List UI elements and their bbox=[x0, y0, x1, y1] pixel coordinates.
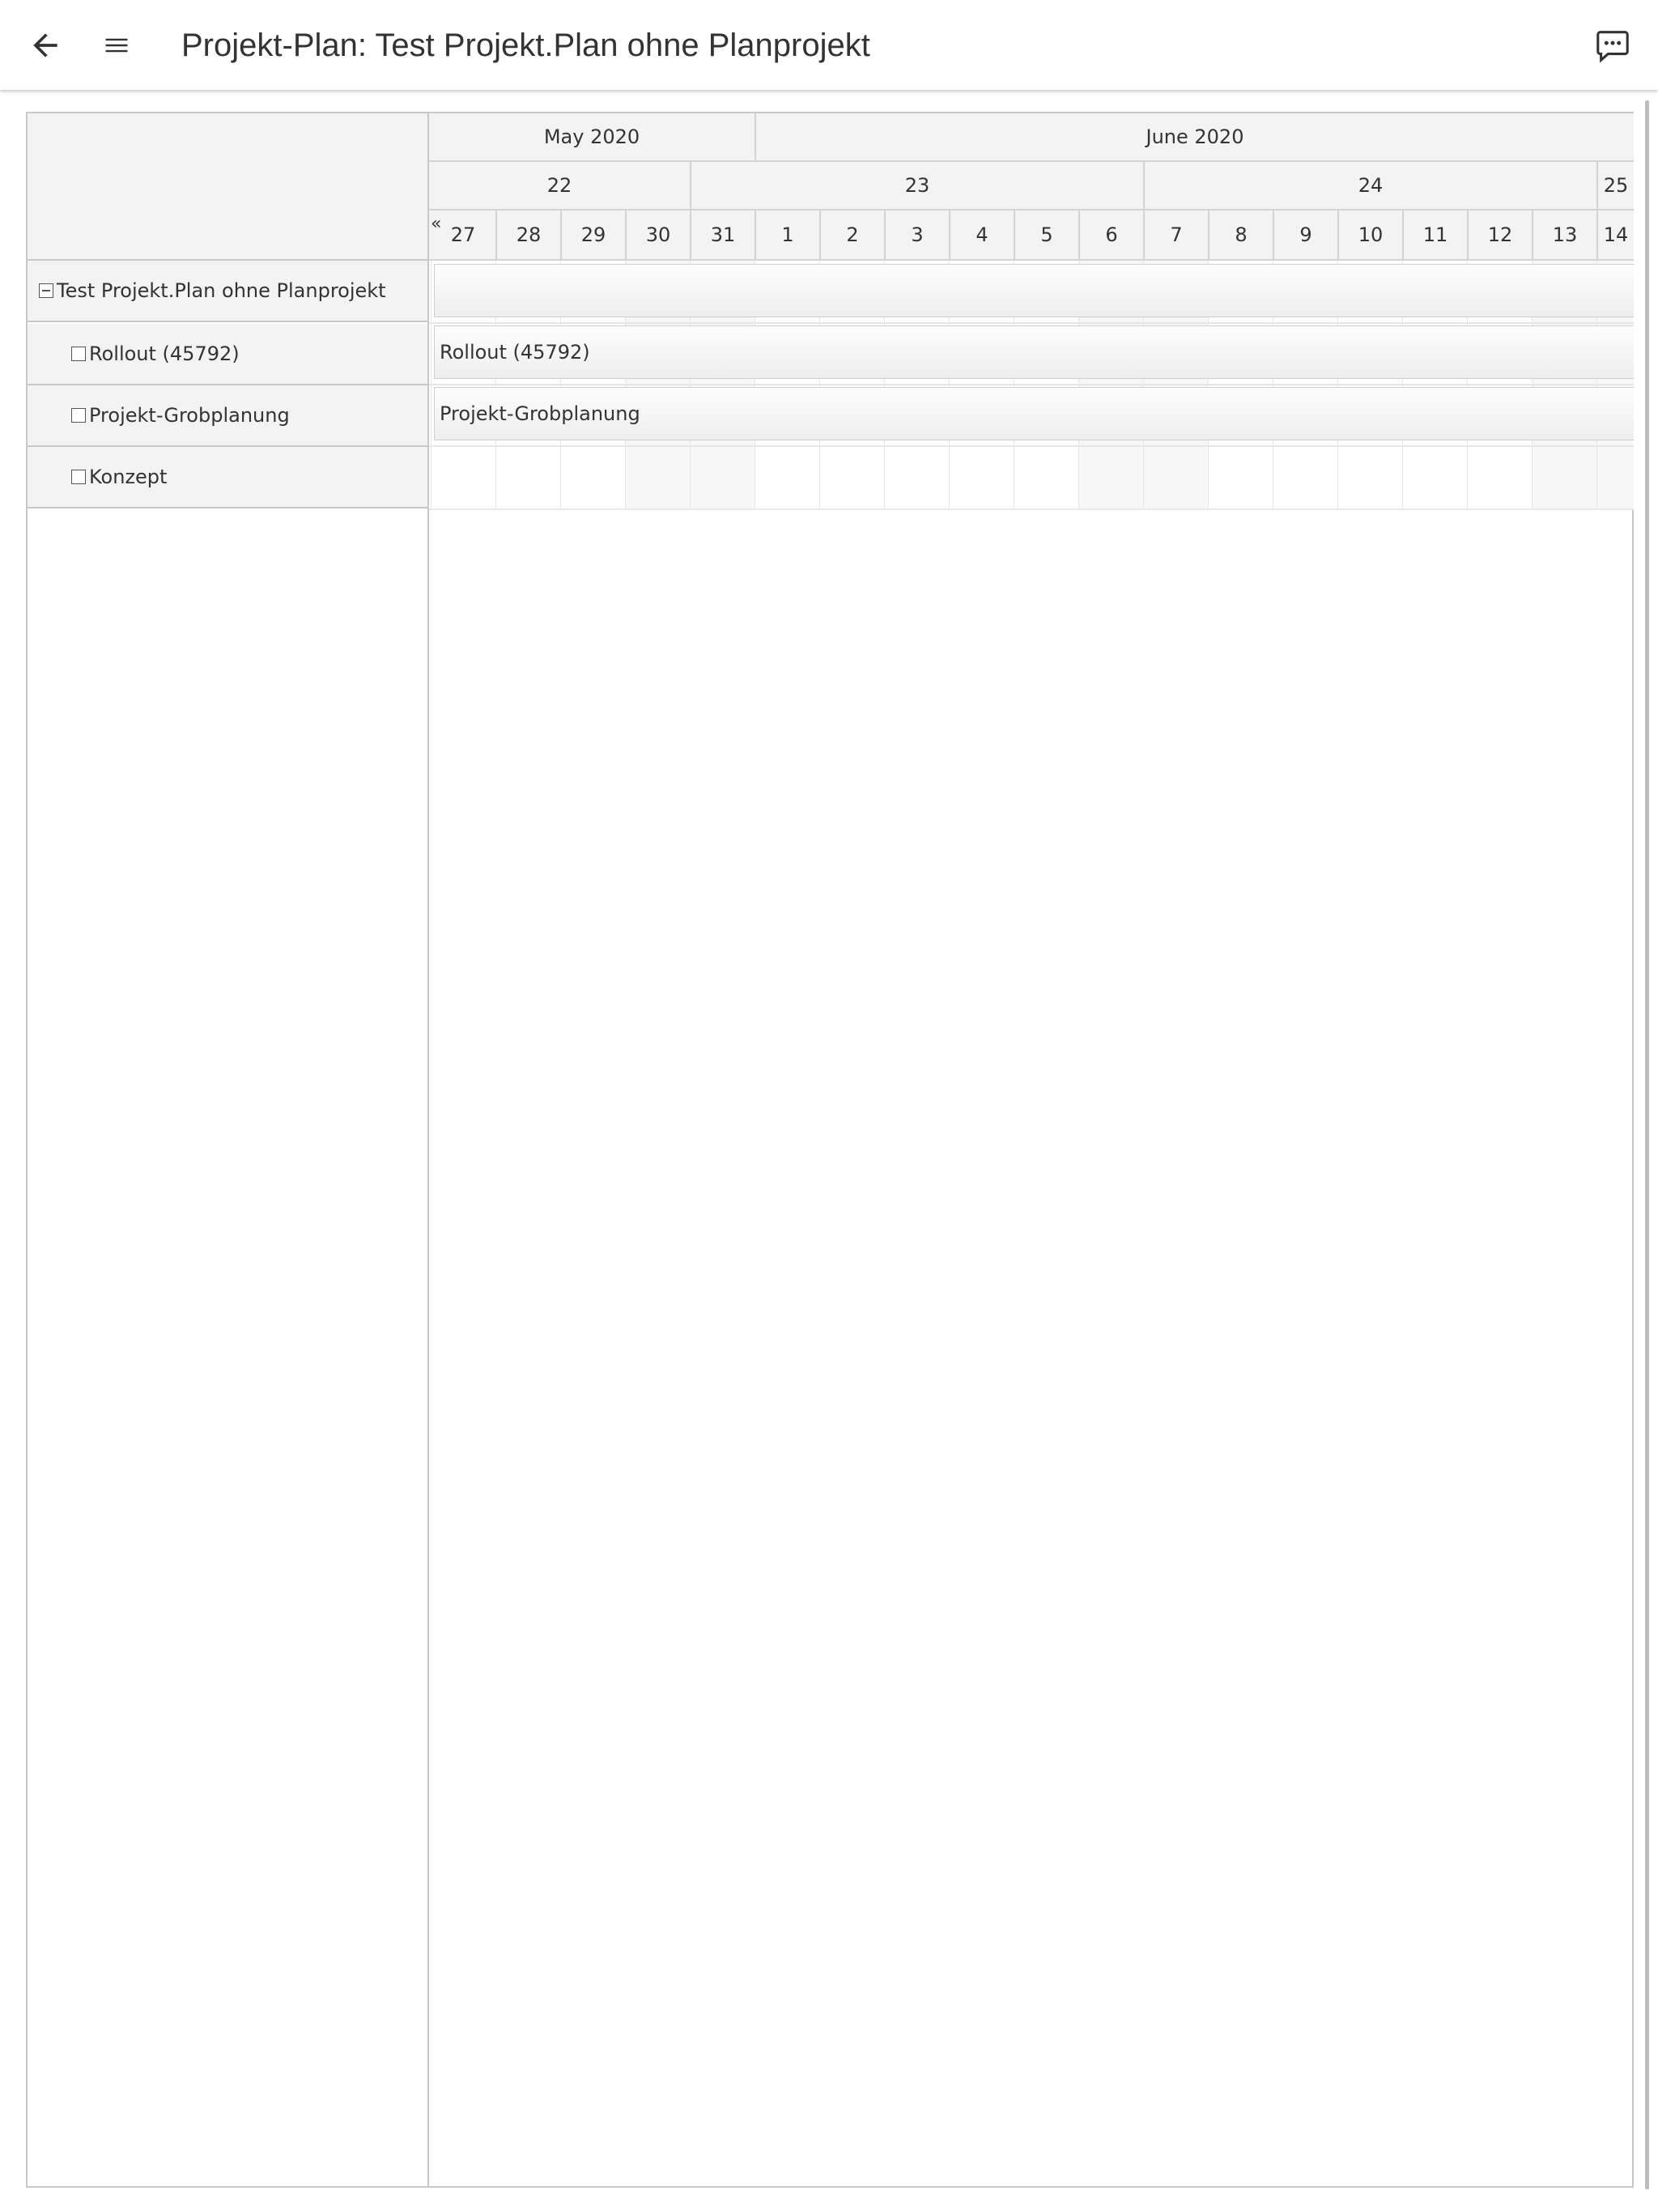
day-cell: 30 bbox=[625, 211, 690, 259]
task-row-konzept[interactable]: Konzept bbox=[28, 447, 427, 508]
row-separator bbox=[429, 508, 1634, 510]
task-bar-rollout[interactable]: Rollout (45792) bbox=[434, 325, 1634, 379]
task-label: Rollout (45792) bbox=[89, 342, 240, 365]
day-cell: 1 bbox=[755, 211, 819, 259]
collapse-icon[interactable] bbox=[39, 283, 53, 298]
month-cell: May 2020 bbox=[543, 125, 640, 148]
day-cell: 14 bbox=[1596, 211, 1634, 259]
timeline-months: May 2020 June 2020 bbox=[429, 113, 1634, 162]
day-cell: 6 bbox=[1078, 211, 1143, 259]
task-bar-grobplanung[interactable]: Projekt-Grobplanung bbox=[434, 387, 1634, 440]
row-separator bbox=[429, 445, 1634, 447]
vertical-scrollbar[interactable] bbox=[1645, 100, 1649, 2189]
day-cell: 3 bbox=[884, 211, 949, 259]
day-cell: 5 bbox=[1014, 211, 1078, 259]
day-cell: 28 bbox=[495, 211, 560, 259]
timeline-pane: May 2020 June 2020 22 23 24 25 « 27 28 29 3… bbox=[429, 113, 1634, 2186]
task-label: Projekt-Grobplanung bbox=[89, 404, 290, 427]
checkbox-icon[interactable] bbox=[71, 470, 86, 484]
task-label: Konzept bbox=[89, 466, 168, 488]
task-bar-root[interactable] bbox=[434, 264, 1634, 317]
month-cell: June 2020 bbox=[755, 113, 1634, 160]
day-cell: 2 bbox=[819, 211, 884, 259]
day-cell: 7 bbox=[1143, 211, 1208, 259]
row-separator bbox=[429, 384, 1634, 385]
checkbox-icon[interactable] bbox=[71, 347, 86, 361]
task-row-grobplanung[interactable]: Projekt-Grobplanung bbox=[28, 385, 427, 447]
week-cell: 23 bbox=[690, 162, 1143, 209]
row-separator bbox=[429, 322, 1634, 324]
checkbox-icon[interactable] bbox=[71, 408, 86, 423]
day-cell: 11 bbox=[1402, 211, 1467, 259]
task-grid: Test Projekt.Plan ohne Planprojekt Rollo… bbox=[28, 113, 429, 2186]
app-bar: Projekt-Plan: Test Projekt.Plan ohne Pla… bbox=[0, 0, 1658, 90]
timeline-days: « 27 28 29 30 31 1 2 3 4 5 6 7 8 9 10 11 12 13 14 bbox=[429, 211, 1634, 261]
task-row-rollout[interactable]: Rollout (45792) bbox=[28, 324, 427, 385]
week-cell: 24 bbox=[1143, 162, 1596, 209]
day-cell: 9 bbox=[1273, 211, 1337, 259]
arrow-left-icon bbox=[33, 33, 57, 57]
comment-dots-icon bbox=[1596, 31, 1629, 63]
gantt-chart: Test Projekt.Plan ohne Planprojekt Rollo… bbox=[26, 112, 1634, 2188]
menu-button[interactable] bbox=[87, 16, 146, 74]
task-row-root[interactable]: Test Projekt.Plan ohne Planprojekt bbox=[28, 261, 427, 322]
day-cell: 12 bbox=[1467, 211, 1532, 259]
day-cell: 4 bbox=[949, 211, 1014, 259]
day-cell: 13 bbox=[1532, 211, 1596, 259]
page-title: Projekt-Plan: Test Projekt.Plan ohne Pla… bbox=[181, 28, 870, 63]
day-cell: 29 bbox=[560, 211, 625, 259]
week-cell: 22 bbox=[546, 174, 572, 197]
day-cell: 8 bbox=[1208, 211, 1273, 259]
day-cell: 27 bbox=[450, 223, 476, 246]
day-cell: 10 bbox=[1337, 211, 1402, 259]
week-cell: 25 bbox=[1596, 162, 1634, 209]
back-button[interactable] bbox=[16, 16, 74, 74]
hamburger-menu-icon bbox=[105, 38, 128, 53]
timeline-weeks: 22 23 24 25 bbox=[429, 162, 1634, 211]
task-grid-header bbox=[28, 113, 427, 261]
comments-button[interactable] bbox=[1584, 16, 1642, 74]
task-label: Test Projekt.Plan ohne Planprojekt bbox=[57, 279, 386, 302]
day-cell: 31 bbox=[690, 211, 755, 259]
